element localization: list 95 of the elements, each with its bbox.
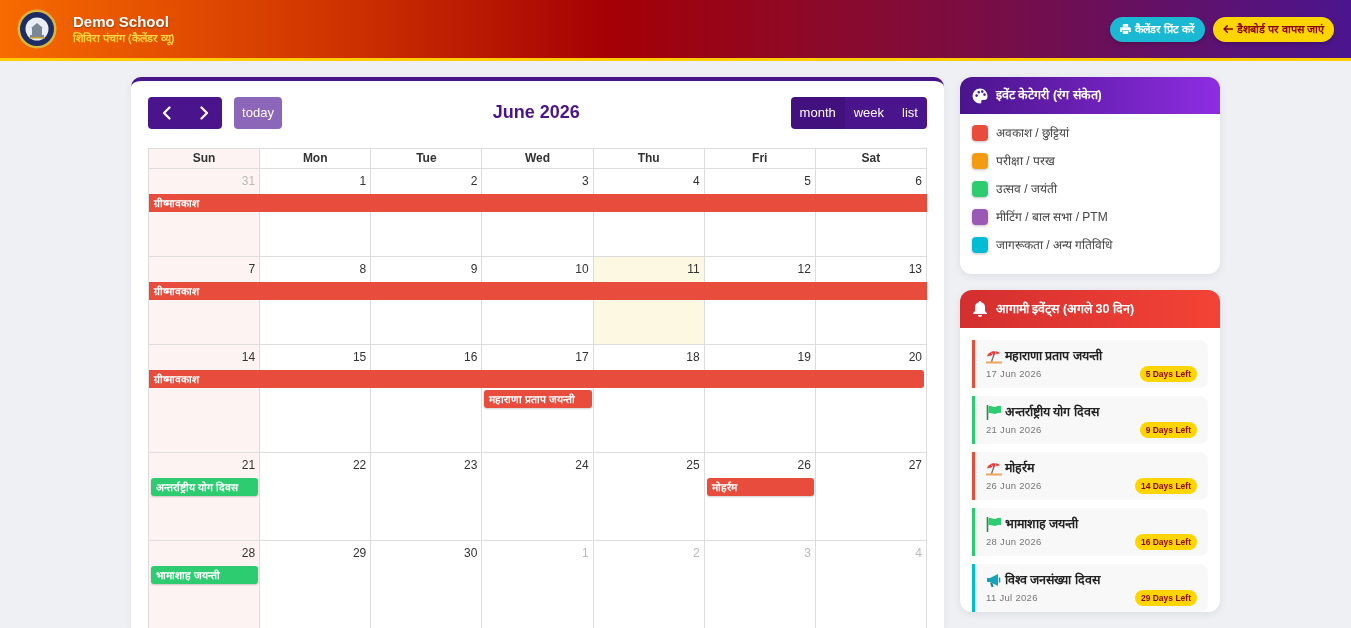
flag-icon (986, 517, 1002, 532)
category-label: जागरूकता / अन्य गतिविधि (996, 237, 1113, 254)
event-date: 26 Jun 2026 (986, 478, 1042, 493)
event-title: विश्व जनसंख्या दिवस (1005, 571, 1100, 589)
day-number: 1 (358, 173, 368, 190)
bell-icon (972, 301, 988, 317)
event-title: मोहर्रम (1005, 459, 1034, 477)
event-date: 17 Jun 2026 (986, 366, 1042, 381)
next-month-button[interactable] (185, 97, 222, 129)
weekday-header: Mon (260, 149, 372, 169)
weekday-header: Tue (371, 149, 483, 169)
view-tab[interactable]: list (893, 97, 927, 129)
upcoming-event-item[interactable]: अन्तर्राष्ट्रीय योग दिवस 21 Jun 2026 9 Days Left (972, 396, 1208, 444)
page-subtitle: शिविरा पंचांग (कैलेंडर व्यू) (73, 30, 175, 46)
day-number: 27 (907, 457, 923, 474)
arrow-left-icon (1222, 24, 1233, 34)
day-number: 6 (914, 173, 923, 190)
calendar-event[interactable]: मोहर्रम (706, 478, 814, 496)
day-number: 7 (247, 261, 257, 278)
day-number: 15 (351, 349, 368, 366)
event-date: 11 Jul 2026 (986, 590, 1038, 605)
weekday-header: Fri (704, 149, 816, 169)
event-title: अन्तर्राष्ट्रीय योग दिवस (1005, 403, 1099, 421)
event-title: महाराणा प्रताप जयन्ती (1005, 347, 1102, 365)
weekday-header: Sat (815, 149, 927, 169)
day-number: 1 (580, 545, 590, 562)
day-number: 23 (463, 457, 479, 474)
school-emblem-icon (17, 9, 57, 49)
weekday-header: Wed (482, 149, 594, 169)
day-number: 22 (351, 457, 368, 474)
day-number: 30 (463, 545, 479, 562)
upcoming-event-item[interactable]: भामाशाह जयन्ती 28 Jun 2026 16 Days Left (972, 508, 1208, 556)
days-left-badge: 14 Days Left (1134, 478, 1197, 494)
day-number: 4 (692, 173, 701, 190)
upcoming-title: आगामी इवेंट्स (अगले 30 दिन) (996, 300, 1135, 319)
calendar-event[interactable]: महाराणा प्रताप जयन्ती (484, 390, 592, 408)
day-number: 3 (580, 173, 590, 190)
day-number: 11 (686, 261, 701, 278)
printer-icon (1119, 24, 1131, 34)
day-number: 9 (469, 261, 479, 278)
chevron-right-icon (197, 106, 210, 120)
days-left-badge: 29 Days Left (1134, 590, 1197, 606)
event-title: भामाशाह जयन्ती (1005, 515, 1079, 533)
category-label: मीटिंग / बाल सभा / PTM (996, 209, 1108, 226)
day-number: 14 (240, 349, 257, 366)
day-number: 13 (907, 261, 923, 278)
category-label: परीक्षा / परख (996, 153, 1055, 170)
calendar-event[interactable]: ग्रीष्मावकाश (149, 370, 924, 388)
palette-icon (972, 87, 988, 104)
previous-month-button[interactable] (148, 97, 185, 129)
day-number: 10 (574, 261, 590, 278)
days-left-badge: 9 Days Left (1139, 422, 1197, 438)
day-number: 25 (685, 457, 701, 474)
beach-umbrella-icon (986, 349, 1002, 364)
day-number: 19 (796, 349, 812, 366)
category-label: उत्सव / जयंती (996, 181, 1057, 198)
event-date: 21 Jun 2026 (986, 422, 1042, 437)
calendar-event[interactable]: ग्रीष्मावकाश (149, 194, 927, 212)
weekday-header: Sun (149, 149, 261, 169)
day-number: 4 (914, 545, 923, 562)
days-left-badge: 5 Days Left (1139, 366, 1197, 382)
day-number: 21 (240, 457, 257, 474)
weekday-header: Thu (593, 149, 705, 169)
day-number: 24 (574, 457, 590, 474)
view-tab[interactable]: week (844, 97, 894, 129)
days-left-badge: 16 Days Left (1134, 534, 1197, 550)
chevron-left-icon (160, 106, 173, 120)
calendar-event[interactable]: ग्रीष्मावकाश (149, 282, 927, 300)
view-tab[interactable]: month (790, 97, 845, 129)
day-number: 16 (463, 349, 479, 366)
school-name: Demo School (73, 12, 170, 31)
day-number: 17 (574, 349, 590, 366)
day-number: 28 (240, 545, 257, 562)
day-number: 29 (351, 545, 368, 562)
upcoming-event-item[interactable]: महाराणा प्रताप जयन्ती 17 Jun 2026 5 Days Left (972, 340, 1208, 388)
beach-umbrella-icon (986, 461, 1002, 476)
day-number: 3 (803, 545, 812, 562)
day-number: 2 (692, 545, 701, 562)
flag-icon (986, 405, 1002, 420)
category-label: अवकाश / छुट्टियां (996, 125, 1069, 142)
upcoming-event-item[interactable]: विश्व जनसंख्या दिवस 11 Jul 2026 29 Days Left (972, 564, 1208, 612)
back-to-dashboard-button[interactable]: डैशबोर्ड पर वापस जाएं (1212, 16, 1334, 42)
day-number: 26 (796, 457, 812, 474)
day-number: 18 (685, 349, 701, 366)
day-number: 20 (907, 349, 923, 366)
megaphone-icon (986, 573, 1002, 588)
calendar-title: June 2026 (492, 102, 580, 124)
day-number: 5 (803, 173, 812, 190)
day-number: 8 (358, 261, 368, 278)
day-number: 2 (469, 173, 479, 190)
day-number: 31 (240, 173, 257, 190)
legend-title: इवेंट केटेगरी (रंग संकेत) (996, 86, 1102, 105)
event-date: 28 Jun 2026 (986, 534, 1042, 549)
day-number: 12 (796, 261, 812, 278)
upcoming-event-item[interactable]: मोहर्रम 26 Jun 2026 14 Days Left (972, 452, 1208, 500)
